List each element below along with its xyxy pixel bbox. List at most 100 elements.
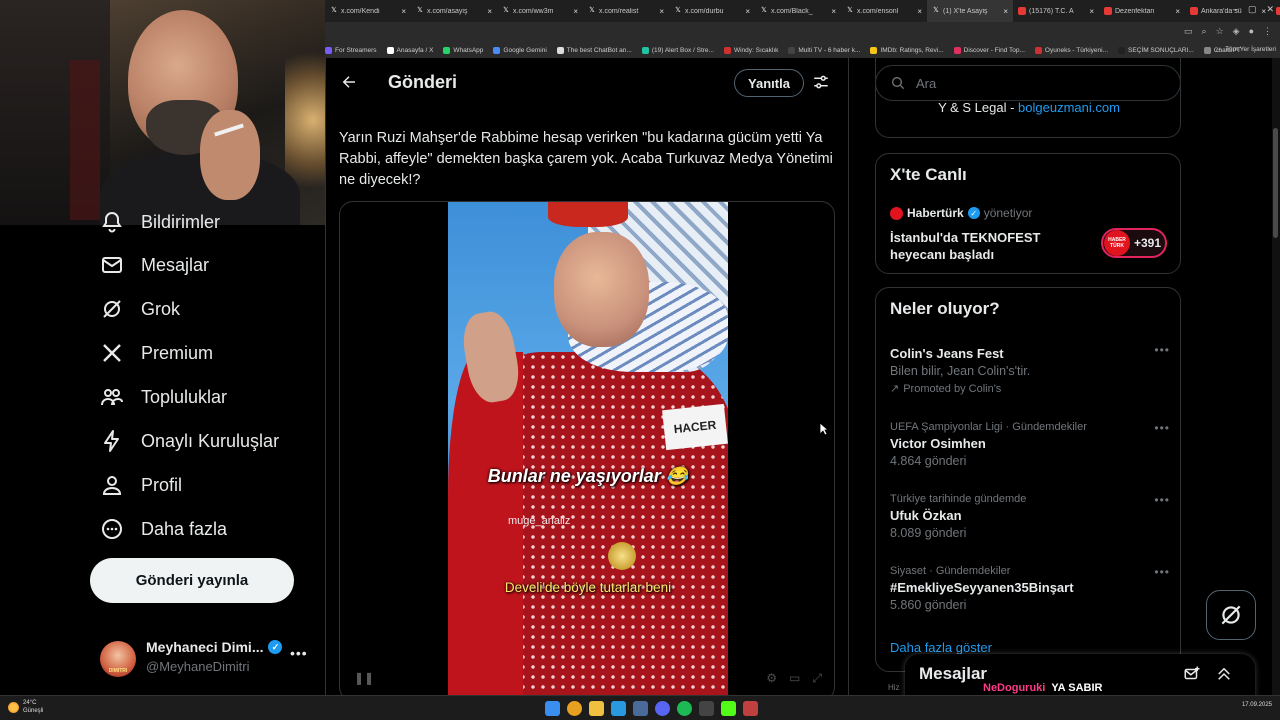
bookmark-item[interactable]: Anasayfa / X: [386, 46, 433, 54]
captions-icon[interactable]: ▭: [789, 671, 800, 686]
trend-item[interactable]: Siyaset · Gündemdekiler #EmekliyeSeyyanen…: [890, 565, 1170, 612]
bookmark-item[interactable]: (19) Alert Box / Stre...: [641, 46, 714, 54]
search-box[interactable]: [875, 65, 1181, 101]
close-icon[interactable]: ×: [745, 7, 750, 16]
bookmark-item[interactable]: Oyuneks - Türkiyeni...: [1034, 46, 1108, 54]
browser-tab[interactable]: 𝕏 (1) X'te Asayiş ×: [927, 0, 1013, 22]
trend-item[interactable]: UEFA Şampiyonlar Ligi · Gündemdekiler Vic…: [890, 421, 1170, 468]
maximize-icon[interactable]: ▢: [1248, 4, 1257, 15]
taskbar-windows-start-icon[interactable]: [545, 701, 560, 716]
bookmark-star-icon[interactable]: ☆: [1216, 26, 1224, 37]
browser-tab[interactable]: (15176) T.C. A ×: [1013, 0, 1099, 22]
nav-item-mail[interactable]: Mesajlar: [100, 250, 209, 280]
account-switcher[interactable]: DIMITRI Meyhaneci Dimi... ✓ @MeyhaneDimi…: [100, 637, 315, 677]
taskbar-kick-icon[interactable]: [721, 701, 736, 716]
nav-item-more-circle[interactable]: Daha fazla: [100, 514, 227, 544]
nav-item-person[interactable]: Profil: [100, 470, 182, 500]
browser-tab[interactable]: 𝕏x.com/ensonl ×: [841, 0, 927, 22]
extension-icon[interactable]: ◈: [1233, 26, 1240, 37]
trend-item[interactable]: Türkiye tarihinde gündemde Ufuk Özkan 8.08…: [890, 493, 1170, 540]
taskbar-file-explorer-icon[interactable]: [589, 701, 604, 716]
live-card[interactable]: X'te Canlı Habertürk ✓ yönetiyor İstanbu…: [875, 153, 1181, 274]
taskbar-steam-icon[interactable]: [633, 701, 648, 716]
messages-drawer-icons: [1183, 665, 1233, 683]
settings-icon[interactable]: ⚙: [766, 671, 777, 686]
scrollbar-thumb[interactable]: [1273, 128, 1278, 238]
show-more-link[interactable]: Daha fazla göster: [890, 640, 992, 655]
reply-button[interactable]: Yanıtla: [734, 69, 804, 97]
bookmark-favicon-icon: [556, 46, 564, 54]
more-dots-icon[interactable]: •••: [1154, 493, 1170, 507]
more-dots-icon[interactable]: •••: [1154, 343, 1170, 357]
trend-item[interactable]: Colin's Jeans Fest Bilen bilir, Jean Coli…: [890, 343, 1170, 395]
browser-tab[interactable]: 𝕏x.com/asayiş ×: [411, 0, 497, 22]
fullscreen-icon[interactable]: ⤢: [812, 671, 822, 686]
nav-item-grok[interactable]: Grok: [100, 294, 180, 324]
nav-item-x-logo[interactable]: Premium: [100, 338, 213, 368]
more-dots-icon[interactable]: •••: [290, 645, 308, 661]
play-icon[interactable]: ❚❚: [354, 671, 374, 685]
search-input[interactable]: [916, 75, 1156, 91]
close-icon[interactable]: ×: [573, 7, 578, 16]
profile-icon[interactable]: ●: [1249, 26, 1254, 37]
browser-tab[interactable]: 𝕏x.com/Kendi ×: [325, 0, 411, 22]
expand-up-icon[interactable]: [1215, 665, 1233, 683]
cast-icon[interactable]: ▭: [1184, 26, 1193, 37]
close-icon[interactable]: ×: [659, 7, 664, 16]
zoom-icon[interactable]: ⌕: [1202, 26, 1207, 37]
browser-tab[interactable]: 𝕏x.com/ww3m ×: [497, 0, 583, 22]
browser-tab[interactable]: 𝕏x.com/Black_ ×: [755, 0, 841, 22]
close-icon[interactable]: ×: [831, 7, 836, 16]
close-icon[interactable]: ×: [1089, 7, 1094, 16]
minimize-icon[interactable]: –: [1233, 4, 1238, 15]
back-arrow-icon[interactable]: [340, 73, 358, 96]
bookmark-item[interactable]: SEÇİM SONUÇLARI...: [1118, 46, 1194, 54]
x-logo-icon: [100, 341, 124, 365]
bookmark-item[interactable]: Windy: Sıcaklık: [723, 46, 778, 54]
more-circle-icon: [100, 517, 124, 541]
sun-icon: [8, 701, 19, 713]
bookmark-item[interactable]: Google Gemini: [493, 46, 547, 54]
close-window-icon[interactable]: ✕: [1266, 4, 1274, 15]
close-icon[interactable]: ×: [917, 7, 922, 16]
close-icon[interactable]: ×: [401, 7, 406, 16]
close-icon[interactable]: ×: [487, 7, 492, 16]
bookmark-item[interactable]: WhatsApp: [443, 46, 483, 54]
taskbar-edge-icon[interactable]: [611, 701, 626, 716]
browser-tab[interactable]: 𝕏x.com/durbu ×: [669, 0, 755, 22]
taskbar-spotify-icon[interactable]: [677, 701, 692, 716]
taskbar-chrome-icon[interactable]: [567, 701, 582, 716]
taskbar-clock[interactable]: 17.09.2025: [1242, 702, 1272, 709]
grok-floating-button[interactable]: [1206, 590, 1256, 640]
taskbar-misc-icon[interactable]: [743, 701, 758, 716]
weather-widget[interactable]: 24°C Güneşli: [8, 699, 43, 715]
filter-sliders-icon[interactable]: [812, 73, 830, 91]
live-listeners-pill[interactable]: HABER TÜRK +391: [1101, 228, 1167, 258]
nav-item-lightning[interactable]: Onaylı Kuruluşlar: [100, 426, 279, 456]
taskbar-obs-icon[interactable]: [699, 701, 714, 716]
bookmark-item[interactable]: For Streamers: [325, 46, 377, 54]
post-button[interactable]: Gönderi yayınla: [90, 558, 294, 603]
all-bookmarks[interactable]: ▭ Tüm Yer İşaretleri: [1216, 46, 1276, 54]
nav-item-people[interactable]: Topluluklar: [100, 382, 227, 412]
close-icon[interactable]: ×: [1175, 7, 1180, 16]
new-message-icon[interactable]: [1183, 665, 1201, 683]
close-icon[interactable]: ×: [1003, 7, 1008, 16]
nav-label: Onaylı Kuruluşlar: [141, 430, 280, 451]
taskbar-discord-icon[interactable]: [655, 701, 670, 716]
ad-link[interactable]: bolgeuzmani.com: [1018, 100, 1120, 115]
bookmark-item[interactable]: Multi TV - 6 haber k...: [788, 46, 860, 54]
browser-tab[interactable]: 𝕏x.com/realist ×: [583, 0, 669, 22]
browser-tab[interactable]: Dezenfektan ×: [1099, 0, 1185, 22]
more-dots-icon[interactable]: •••: [1154, 565, 1170, 579]
more-dots-icon[interactable]: •••: [1154, 421, 1170, 435]
post-media-video[interactable]: HACER Bunlar ne yaşıyorlar 😂 muge_analiz…: [339, 201, 835, 695]
trend-subtext: Bilen bilir, Jean Colin's'tir.: [890, 364, 1031, 378]
nav-item-bell[interactable]: Bildirimler: [100, 207, 220, 237]
bookmark-item[interactable]: Discover - Find Top...: [953, 46, 1025, 54]
menu-dots-icon[interactable]: ⋮: [1263, 26, 1272, 37]
bookmark-item[interactable]: The best ChatBot an...: [556, 46, 632, 54]
video-watermark: muge_analiz: [508, 515, 571, 527]
page-scrollbar[interactable]: [1272, 58, 1280, 695]
bookmark-item[interactable]: IMDb: Ratings, Revi...: [870, 46, 944, 54]
